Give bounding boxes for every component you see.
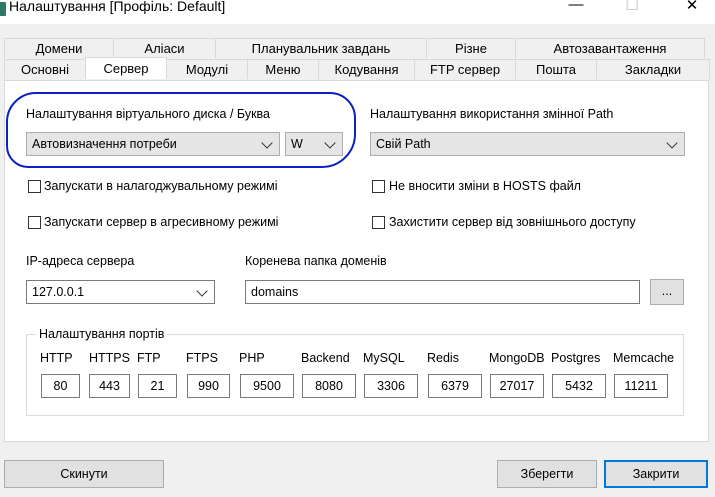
port-label-ftps: FTPS — [186, 351, 218, 365]
port-label-php: PHP — [239, 351, 265, 365]
port-input-backend[interactable]: 8080 — [302, 374, 356, 398]
port-input-mongodb[interactable]: 27017 — [490, 374, 544, 398]
chevron-down-icon — [261, 137, 273, 149]
tab-scheduler[interactable]: Планувальник завдань — [215, 38, 427, 58]
vdisk-value: Автовизначення потреби — [32, 137, 177, 151]
close-window-button[interactable]: ✕ — [677, 0, 707, 20]
tab-mail[interactable]: Пошта — [515, 59, 597, 79]
port-input-mysql[interactable]: 3306 — [364, 374, 418, 398]
debug-mode-checkbox[interactable] — [28, 180, 41, 193]
tab-encoding[interactable]: Кодування — [318, 59, 415, 79]
port-label-http: HTTP — [40, 351, 73, 365]
browse-button[interactable]: ... — [650, 279, 684, 305]
port-label-mysql: MySQL — [363, 351, 405, 365]
root-folder-value: domains — [251, 285, 299, 299]
port-input-ftp[interactable]: 21 — [138, 374, 177, 398]
tab-menu[interactable]: Меню — [247, 59, 319, 79]
port-input-redis[interactable]: 6379 — [428, 374, 482, 398]
minimize-button[interactable]: — — [561, 0, 591, 20]
root-folder-label: Коренева папка доменів — [245, 254, 387, 268]
port-label-https: HTTPS — [89, 351, 130, 365]
protect-server-checkbox[interactable] — [372, 216, 385, 229]
chevron-down-icon — [666, 137, 678, 149]
tab-ftp-server[interactable]: FTP сервер — [414, 59, 516, 79]
tab-server[interactable]: Сервер — [85, 57, 167, 79]
vdisk-label: Налаштування віртуального диска / Буква — [26, 107, 271, 121]
path-label: Налаштування використання змінної Path — [370, 107, 614, 121]
hosts-checkbox[interactable] — [372, 180, 385, 193]
aggressive-mode-checkbox[interactable] — [28, 216, 41, 229]
root-folder-input[interactable]: domains — [245, 280, 640, 304]
drive-letter-select[interactable]: W — [285, 132, 343, 156]
port-label-postgres: Postgres — [551, 351, 601, 365]
vdisk-select[interactable]: Автовизначення потреби — [26, 132, 280, 156]
tab-domains[interactable]: Домени — [4, 38, 114, 58]
maximize-button[interactable]: ☐ — [617, 0, 647, 20]
port-input-memcache[interactable]: 11211 — [614, 374, 668, 398]
port-label-redis: Redis — [427, 351, 459, 365]
tabs-row-1: Домени Аліаси Планувальник завдань Різне… — [4, 38, 705, 58]
ip-value: 127.0.0.1 — [32, 285, 85, 299]
tab-bookmarks[interactable]: Закладки — [596, 59, 710, 79]
reset-button[interactable]: Скинути — [4, 460, 164, 488]
close-button[interactable]: Закрити — [604, 460, 708, 488]
port-input-postgres[interactable]: 5432 — [552, 374, 606, 398]
path-value: Свій Path — [376, 137, 431, 151]
port-label-mongodb: MongoDB — [489, 351, 545, 365]
port-label-memcache: Memcache — [613, 351, 675, 365]
ip-select[interactable]: 127.0.0.1 — [26, 280, 215, 304]
app-icon — [0, 2, 6, 16]
port-input-https[interactable]: 443 — [89, 374, 130, 398]
tab-autostart[interactable]: Автозавантаження — [515, 38, 705, 58]
ip-label: IP-адреса сервера — [26, 254, 135, 268]
tab-aliases[interactable]: Аліаси — [113, 38, 216, 58]
debug-mode-label: Запускати в налагоджувальному режимі — [44, 179, 278, 193]
port-label-ftp: FTP — [137, 351, 161, 365]
protect-server-label: Захистити сервер від зовнішнього доступу — [389, 215, 636, 229]
tab-modules[interactable]: Модулі — [166, 59, 248, 79]
aggressive-mode-label: Запускати сервер в агресивному режимі — [44, 215, 279, 229]
port-label-backend: Backend — [301, 351, 350, 365]
tabs-row-2: Основні Сервер Модулі Меню Кодування FTP… — [4, 57, 710, 79]
tab-general[interactable]: Основні — [4, 59, 86, 79]
port-input-php[interactable]: 9500 — [240, 374, 294, 398]
title-bar: Налаштування [Профіль: Default] — ☐ ✕ — [0, 0, 715, 24]
chevron-down-icon — [196, 285, 208, 297]
path-select[interactable]: Свій Path — [370, 132, 685, 156]
chevron-down-icon — [324, 137, 336, 149]
window-title: Налаштування [Профіль: Default] — [9, 0, 226, 14]
ports-group-title: Налаштування портів — [36, 327, 168, 341]
port-input-ftps[interactable]: 990 — [187, 374, 230, 398]
hosts-label: Не вносити зміни в HOSTS файл — [389, 179, 581, 193]
tab-misc[interactable]: Різне — [426, 38, 516, 58]
port-input-http[interactable]: 80 — [41, 374, 80, 398]
drive-letter-value: W — [291, 137, 303, 151]
save-button[interactable]: Зберегти — [497, 460, 597, 488]
